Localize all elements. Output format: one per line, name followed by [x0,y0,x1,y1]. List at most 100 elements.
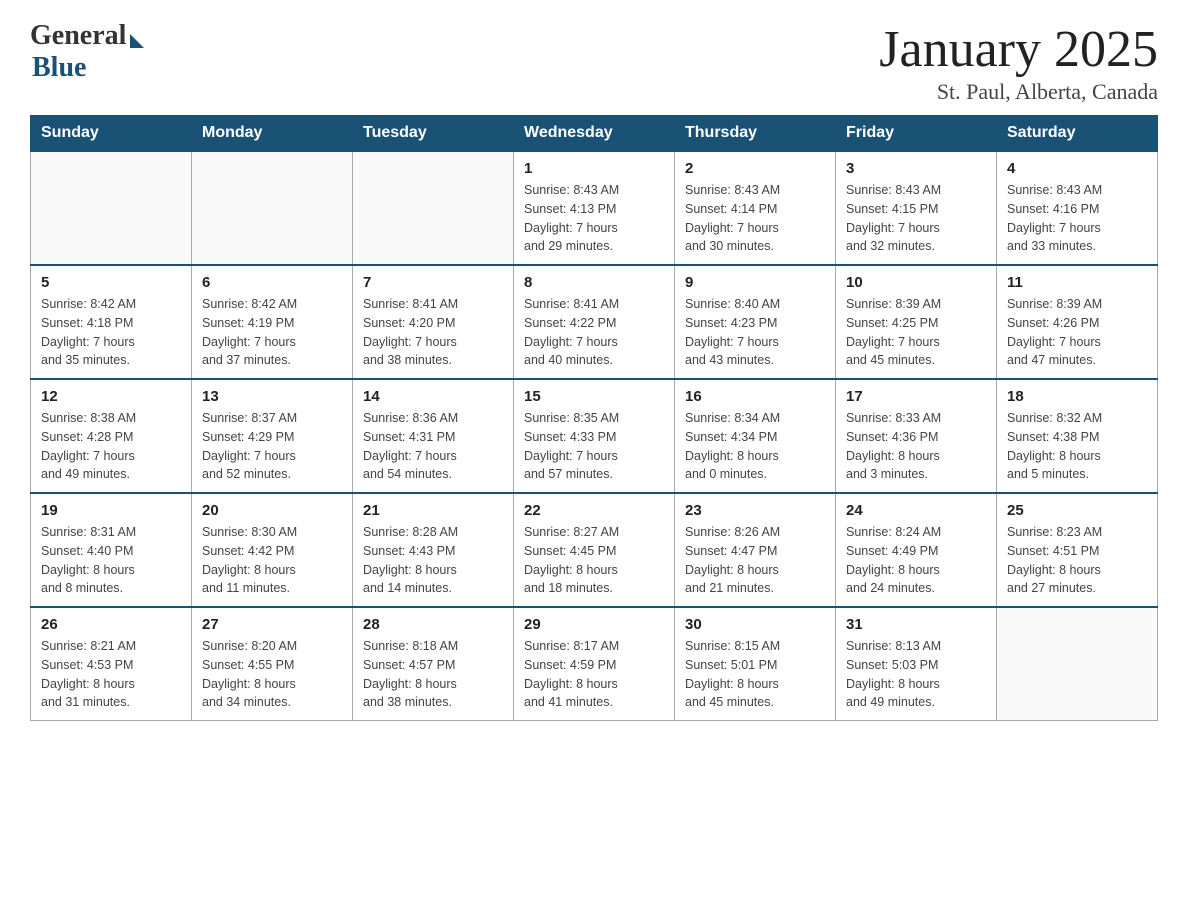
calendar-cell: 12 Sunrise: 8:38 AM Sunset: 4:28 PM Dayli… [31,379,192,493]
day-info: Sunrise: 8:37 AM Sunset: 4:29 PM Dayligh… [202,409,342,484]
calendar-cell: 11 Sunrise: 8:39 AM Sunset: 4:26 PM Dayli… [997,265,1158,379]
day-info: Sunrise: 8:43 AM Sunset: 4:14 PM Dayligh… [685,181,825,256]
calendar-cell [31,151,192,265]
day-number: 22 [524,502,664,519]
day-info: Sunrise: 8:23 AM Sunset: 4:51 PM Dayligh… [1007,523,1147,598]
day-info: Sunrise: 8:41 AM Sunset: 4:20 PM Dayligh… [363,295,503,370]
day-info: Sunrise: 8:38 AM Sunset: 4:28 PM Dayligh… [41,409,181,484]
calendar-cell: 29 Sunrise: 8:17 AM Sunset: 4:59 PM Dayli… [514,607,675,721]
calendar-cell: 27Sunrise: 8:20 AM Sunset: 4:55 PM Dayli… [192,607,353,721]
calendar-cell: 25 Sunrise: 8:23 AM Sunset: 4:51 PM Dayli… [997,493,1158,607]
day-of-week-header: Sunday [31,116,192,152]
day-number: 4 [1007,160,1147,177]
calendar-cell [353,151,514,265]
day-info: Sunrise: 8:13 AM Sunset: 5:03 PM Dayligh… [846,637,986,712]
calendar-cell [997,607,1158,721]
day-info: Sunrise: 8:33 AM Sunset: 4:36 PM Dayligh… [846,409,986,484]
day-of-week-header: Friday [836,116,997,152]
calendar-cell: 2 Sunrise: 8:43 AM Sunset: 4:14 PM Daylig… [675,151,836,265]
day-info: Sunrise: 8:31 AM Sunset: 4:40 PM Dayligh… [41,523,181,598]
day-info: Sunrise: 8:34 AM Sunset: 4:34 PM Dayligh… [685,409,825,484]
day-info: Sunrise: 8:27 AM Sunset: 4:45 PM Dayligh… [524,523,664,598]
calendar-cell: 5 Sunrise: 8:42 AM Sunset: 4:18 PM Daylig… [31,265,192,379]
calendar-cell: 9Sunrise: 8:40 AM Sunset: 4:23 PM Daylig… [675,265,836,379]
day-number: 5 [41,274,181,291]
day-number: 15 [524,388,664,405]
day-info: Sunrise: 8:36 AM Sunset: 4:31 PM Dayligh… [363,409,503,484]
day-number: 25 [1007,502,1147,519]
day-number: 6 [202,274,342,291]
calendar-subtitle: St. Paul, Alberta, Canada [879,79,1158,105]
day-info: Sunrise: 8:17 AM Sunset: 4:59 PM Dayligh… [524,637,664,712]
day-info: Sunrise: 8:42 AM Sunset: 4:19 PM Dayligh… [202,295,342,370]
day-number: 19 [41,502,181,519]
day-number: 30 [685,616,825,633]
day-info: Sunrise: 8:24 AM Sunset: 4:49 PM Dayligh… [846,523,986,598]
day-number: 18 [1007,388,1147,405]
day-number: 27 [202,616,342,633]
day-number: 1 [524,160,664,177]
day-number: 11 [1007,274,1147,291]
day-number: 2 [685,160,825,177]
calendar-cell: 31Sunrise: 8:13 AM Sunset: 5:03 PM Dayli… [836,607,997,721]
day-number: 8 [524,274,664,291]
day-number: 13 [202,388,342,405]
title-block: January 2025 St. Paul, Alberta, Canada [879,20,1158,105]
day-info: Sunrise: 8:18 AM Sunset: 4:57 PM Dayligh… [363,637,503,712]
calendar-cell: 26 Sunrise: 8:21 AM Sunset: 4:53 PM Dayli… [31,607,192,721]
day-info: Sunrise: 8:32 AM Sunset: 4:38 PM Dayligh… [1007,409,1147,484]
day-info: Sunrise: 8:41 AM Sunset: 4:22 PM Dayligh… [524,295,664,370]
calendar-cell: 16 Sunrise: 8:34 AM Sunset: 4:34 PM Dayli… [675,379,836,493]
day-number: 29 [524,616,664,633]
calendar-cell: 13 Sunrise: 8:37 AM Sunset: 4:29 PM Dayli… [192,379,353,493]
day-of-week-header: Wednesday [514,116,675,152]
calendar-cell: 3Sunrise: 8:43 AM Sunset: 4:15 PM Daylig… [836,151,997,265]
day-number: 10 [846,274,986,291]
day-number: 20 [202,502,342,519]
calendar-cell: 10 Sunrise: 8:39 AM Sunset: 4:25 PM Dayli… [836,265,997,379]
calendar-cell: 30 Sunrise: 8:15 AM Sunset: 5:01 PM Dayli… [675,607,836,721]
calendar-cell: 21Sunrise: 8:28 AM Sunset: 4:43 PM Dayli… [353,493,514,607]
calendar-cell: 14 Sunrise: 8:36 AM Sunset: 4:31 PM Dayli… [353,379,514,493]
calendar-cell: 23Sunrise: 8:26 AM Sunset: 4:47 PM Dayli… [675,493,836,607]
day-number: 3 [846,160,986,177]
calendar-table: SundayMondayTuesdayWednesdayThursdayFrid… [30,115,1158,721]
day-info: Sunrise: 8:42 AM Sunset: 4:18 PM Dayligh… [41,295,181,370]
calendar-cell: 7 Sunrise: 8:41 AM Sunset: 4:20 PM Daylig… [353,265,514,379]
day-info: Sunrise: 8:39 AM Sunset: 4:25 PM Dayligh… [846,295,986,370]
calendar-cell: 28 Sunrise: 8:18 AM Sunset: 4:57 PM Dayli… [353,607,514,721]
calendar-cell: 20 Sunrise: 8:30 AM Sunset: 4:42 PM Dayli… [192,493,353,607]
day-info: Sunrise: 8:15 AM Sunset: 5:01 PM Dayligh… [685,637,825,712]
logo-arrow-icon [130,34,144,48]
day-info: Sunrise: 8:35 AM Sunset: 4:33 PM Dayligh… [524,409,664,484]
day-of-week-header: Saturday [997,116,1158,152]
day-number: 23 [685,502,825,519]
logo: General Blue [30,20,144,84]
day-of-week-header: Monday [192,116,353,152]
day-info: Sunrise: 8:30 AM Sunset: 4:42 PM Dayligh… [202,523,342,598]
calendar-cell: 1 Sunrise: 8:43 AM Sunset: 4:13 PM Daylig… [514,151,675,265]
logo-blue-text: Blue [32,52,86,84]
day-number: 7 [363,274,503,291]
day-info: Sunrise: 8:21 AM Sunset: 4:53 PM Dayligh… [41,637,181,712]
day-info: Sunrise: 8:43 AM Sunset: 4:16 PM Dayligh… [1007,181,1147,256]
day-of-week-header: Tuesday [353,116,514,152]
day-number: 14 [363,388,503,405]
calendar-cell: 6 Sunrise: 8:42 AM Sunset: 4:19 PM Daylig… [192,265,353,379]
day-info: Sunrise: 8:40 AM Sunset: 4:23 PM Dayligh… [685,295,825,370]
day-number: 12 [41,388,181,405]
calendar-title: January 2025 [879,20,1158,79]
day-info: Sunrise: 8:39 AM Sunset: 4:26 PM Dayligh… [1007,295,1147,370]
day-of-week-header: Thursday [675,116,836,152]
calendar-cell: 18 Sunrise: 8:32 AM Sunset: 4:38 PM Dayli… [997,379,1158,493]
day-info: Sunrise: 8:43 AM Sunset: 4:13 PM Dayligh… [524,181,664,256]
calendar-cell: 24 Sunrise: 8:24 AM Sunset: 4:49 PM Dayli… [836,493,997,607]
day-number: 28 [363,616,503,633]
day-number: 26 [41,616,181,633]
calendar-cell [192,151,353,265]
day-number: 24 [846,502,986,519]
calendar-cell: 19 Sunrise: 8:31 AM Sunset: 4:40 PM Dayli… [31,493,192,607]
day-number: 16 [685,388,825,405]
calendar-cell: 4 Sunrise: 8:43 AM Sunset: 4:16 PM Daylig… [997,151,1158,265]
calendar-cell: 15 Sunrise: 8:35 AM Sunset: 4:33 PM Dayli… [514,379,675,493]
